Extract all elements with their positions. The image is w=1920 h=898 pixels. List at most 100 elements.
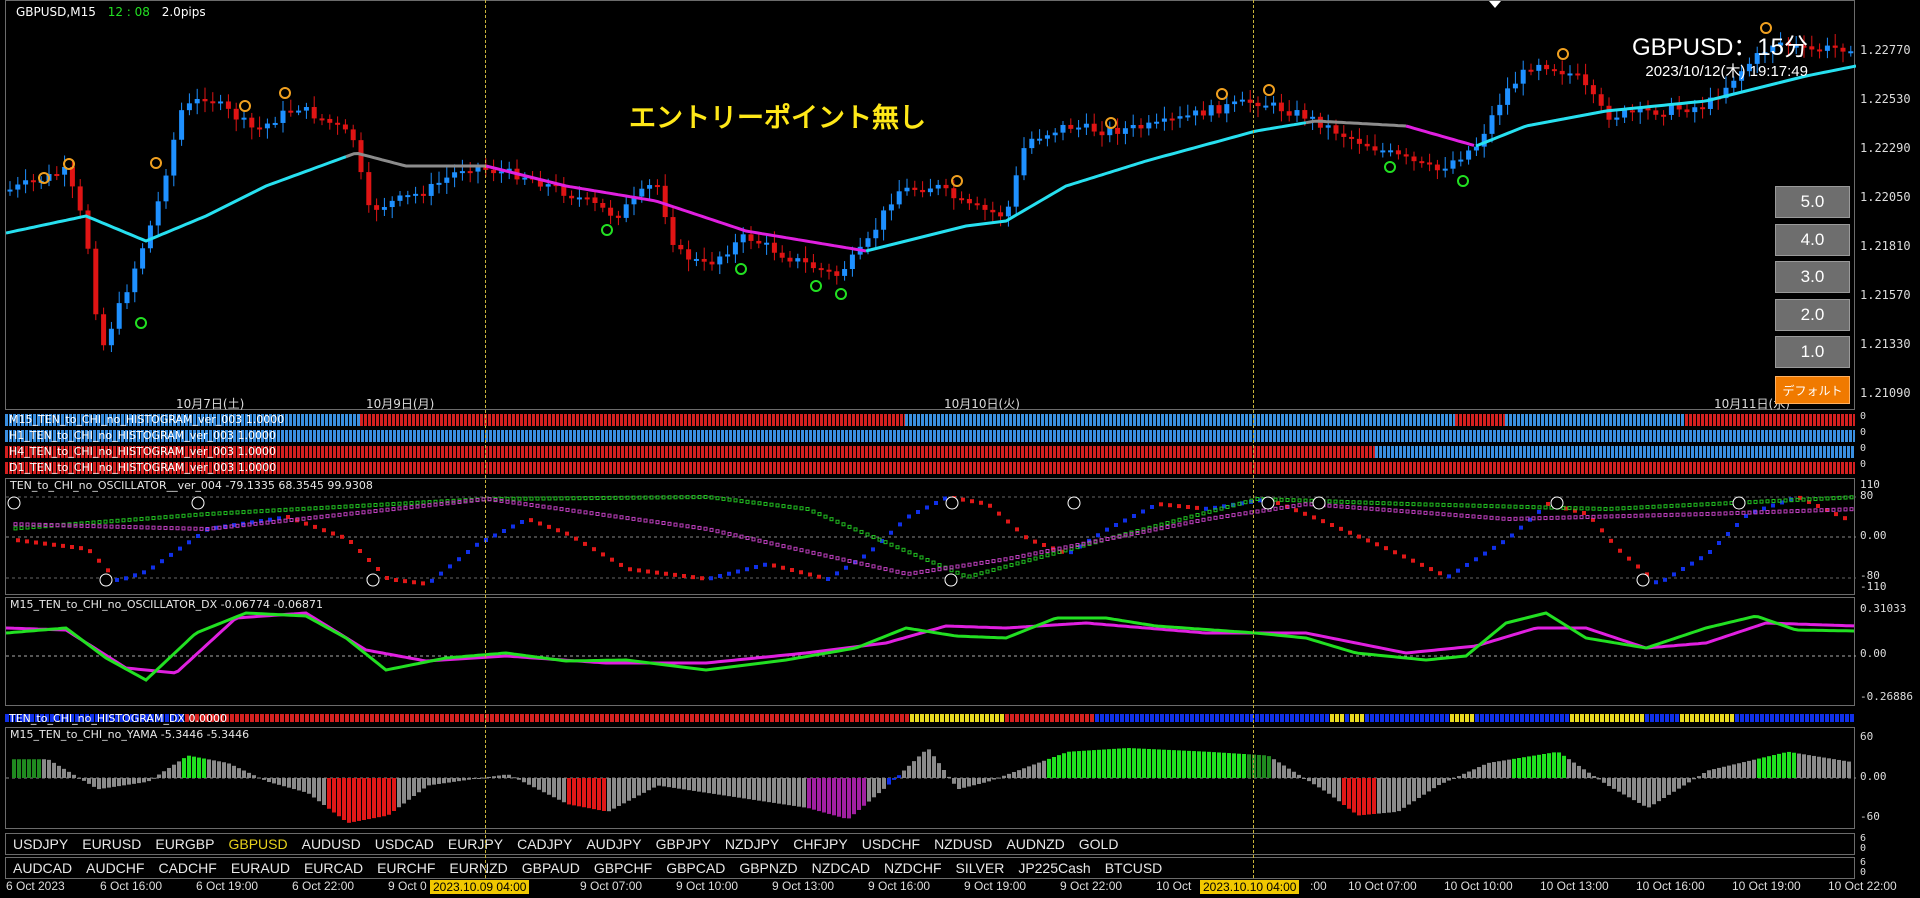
oscillator-dx-pane[interactable]: M15_TEN_to_CHI_no_OSCILLATOR_DX -0.06774… [5,597,1856,706]
yama-bar [642,778,646,793]
histogram-bar [1101,462,1104,474]
symbol-silver[interactable]: SILVER [949,860,1012,876]
histogram-bar [1517,462,1520,474]
histogram-bar [1325,430,1328,442]
histogram-bar [1789,430,1792,442]
symbol-audnzd[interactable]: AUDNZD [999,836,1071,852]
symbol-euraud[interactable]: EURAUD [224,860,297,876]
symbol-chfjpy[interactable]: CHFJPY [786,836,854,852]
histogram-dx-bar [1005,714,1009,722]
histogram-bar [1801,414,1804,426]
shift-marker-icon[interactable] [1489,1,1501,8]
oscillator-green-marker [121,518,126,523]
histogram-bar [388,414,391,426]
oscillator-magenta-marker [121,524,126,529]
histogram-bar [1401,414,1404,426]
histogram-dx-bar [740,714,744,722]
histogram-bar [1181,430,1184,442]
histogram-bar [1157,430,1160,442]
symbol-gbpjpy[interactable]: GBPJPY [649,836,718,852]
histogram-bar [1153,414,1156,426]
histogram-dx-bar [490,714,494,722]
histogram-bar [1165,430,1168,442]
histogram-dx-bar [1285,714,1289,722]
tf-button-1[interactable]: 1.0 [1775,336,1850,368]
tf-button-5[interactable]: 5.0 [1775,186,1850,218]
symbol-gbpaud[interactable]: GBPAUD [515,860,587,876]
symbol-nzdchf[interactable]: NZDCHF [877,860,949,876]
main-chart-pane[interactable]: GBPUSD,M15 12 : 08 2.0pips エントリーポイント無し G… [5,0,1856,411]
histogram-bar [1705,414,1708,426]
histogram-dx-bar [1120,714,1124,722]
symbol-audjpy[interactable]: AUDJPY [579,836,648,852]
symbol-usdjpy[interactable]: USDJPY [6,836,75,852]
yama-bar [1032,764,1036,778]
oscillator-green-marker [1045,553,1050,558]
symbol-gbpcad[interactable]: GBPCAD [659,860,732,876]
oscillator-magenta-marker [469,498,474,503]
candle-body [1115,127,1121,134]
symbol-eurgbp[interactable]: EURGBP [148,836,221,852]
yama-bar [197,757,201,778]
symbol-nzdjpy[interactable]: NZDJPY [718,836,786,852]
symbol-eurnzd[interactable]: EURNZD [442,860,514,876]
histogram-bar [645,446,648,458]
histogram-bar [905,446,908,458]
symbol-cadjpy[interactable]: CADJPY [510,836,579,852]
yama-bar [1622,778,1626,795]
symbol-nzdcad[interactable]: NZDCAD [805,860,877,876]
histogram-bar [1125,462,1128,474]
time-axis[interactable] [0,878,1920,898]
symbol-eurjpy[interactable]: EURJPY [441,836,510,852]
tf-button-4[interactable]: 4.0 [1775,224,1850,256]
symbol-jp225cash[interactable]: JP225Cash [1011,860,1097,876]
yama-pane[interactable]: M15_TEN_to_CHI_no_YAMA -5.3446 -5.3446 [5,727,1856,829]
histogram-bar [1093,430,1096,442]
symbol-eurchf[interactable]: EURCHF [370,860,442,876]
histogram-bar [1189,430,1192,442]
histogram-bar [965,414,968,426]
candle-body [771,242,777,253]
histogram-bar [1821,430,1824,442]
symbol-gold[interactable]: GOLD [1072,836,1126,852]
candle-body [1629,110,1635,113]
histogram-bar [1853,462,1855,474]
symbol-cadchf[interactable]: CADCHF [151,860,223,876]
symbol-usdchf[interactable]: USDCHF [855,836,927,852]
yama-bar [1532,755,1536,778]
histogram-bar [289,462,292,474]
oscillator-green-marker [781,504,786,509]
symbol-gbpchf[interactable]: GBPCHF [587,860,659,876]
period-separator [485,0,486,878]
symbol-btcusd[interactable]: BTCUSD [1098,860,1170,876]
histogram-bar [1789,462,1792,474]
oscillator-pane[interactable]: TEN_to_CHI_no_OSCILLATOR__ver_004 -79.13… [5,478,1856,595]
oscillator-green-marker [547,496,552,501]
yama-bar [1752,759,1756,778]
symbol-eurusd[interactable]: EURUSD [75,836,148,852]
oscillator-green-marker [727,497,732,502]
symbol-gbpusd[interactable]: GBPUSD [221,836,294,852]
histogram-dx-bar [1755,714,1759,722]
symbol-eurcad[interactable]: EURCAD [297,860,370,876]
symbol-gbpnzd[interactable]: GBPNZD [732,860,804,876]
histogram-bar [697,446,700,458]
histogram-bar [1197,446,1200,458]
tf-button-3[interactable]: 3.0 [1775,261,1850,293]
oscillator-dot [1609,538,1613,543]
yama-bar [1422,778,1426,795]
symbol-usdcad[interactable]: USDCAD [368,836,441,852]
oscillator-green-marker [1543,505,1548,510]
symbol-audusd[interactable]: AUDUSD [295,836,368,852]
symbol-audchf[interactable]: AUDCHF [79,860,151,876]
oscillator-dot [133,573,137,578]
tf-button-2[interactable]: 2.0 [1775,299,1850,331]
price-axis[interactable]: 1.22770 1.22530 1.22290 1.22050 1.21810 … [1856,0,1920,410]
default-button[interactable]: デフォルト [1775,376,1850,404]
histogram-bar [1845,462,1848,474]
symbol-nzdusd[interactable]: NZDUSD [927,836,999,852]
oscillator-dot [1474,557,1478,562]
histogram-bar [448,414,451,426]
symbol-audcad[interactable]: AUDCAD [6,860,79,876]
histogram-dx-bar [290,714,294,722]
